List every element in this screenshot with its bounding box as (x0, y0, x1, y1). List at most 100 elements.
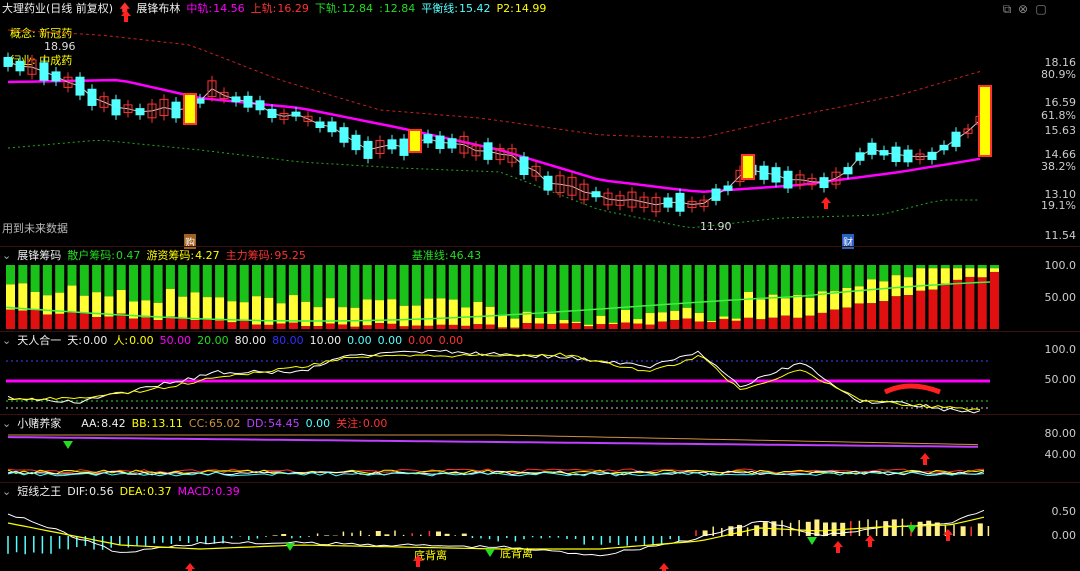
xiaodu-panel[interactable]: ⌄ 小赌养家 AA: 8.42 BB: 13.11 CC: 65.02 DD: … (0, 415, 1080, 482)
macd-bar (384, 534, 390, 536)
chip-bar-mainforce (940, 283, 950, 329)
chip-bar-retail (817, 265, 827, 292)
chip-bar-mainforce (756, 319, 766, 329)
candle-body (291, 111, 301, 117)
signal-candle (408, 129, 422, 153)
sell-arrow-icon (485, 549, 495, 557)
candlestick-chart[interactable] (0, 0, 1000, 246)
candle-body (51, 71, 61, 82)
candle-body (267, 108, 277, 119)
chip-bar-retail (805, 265, 815, 298)
chip-bar-mainforce (854, 303, 864, 329)
macd-bar (281, 534, 287, 536)
chip-bar-retail (879, 265, 889, 282)
candle-body (231, 96, 241, 103)
chip-bar-hotmoney (965, 268, 975, 277)
chip-bar-mainforce (891, 296, 901, 329)
chip-bar-retail (436, 265, 446, 299)
chip-bar-mainforce (805, 315, 815, 329)
chip-bar-retail (977, 265, 987, 269)
chip-bar-mainforce (879, 301, 889, 329)
tianren-panel[interactable]: ⌄ 天人合一 天: 0.00 人: 0.00 50.00 20.00 80.00… (0, 332, 1080, 414)
macd-bar (754, 525, 760, 536)
axis-tick: 16.59 (1044, 96, 1077, 109)
chip-bar-hotmoney (362, 299, 372, 326)
chip-bar-hotmoney (854, 286, 864, 304)
candle-body (363, 140, 373, 159)
chip-bar-mainforce (6, 309, 15, 329)
chip-bar-hotmoney (116, 289, 126, 314)
chip-bar-mainforce (842, 307, 852, 329)
chip-bars-chart[interactable] (0, 247, 1000, 331)
main-price-panel[interactable]: 大理药业(日线 前复权) 🡅 展锋布林 中轨: 14.56 上轨: 16.29 … (0, 0, 1080, 249)
candle-body (843, 167, 853, 175)
chip-bar-mainforce (473, 324, 483, 329)
chip-bar-mainforce (719, 318, 729, 329)
chip-bar-retail (301, 265, 311, 302)
chip-bar-mainforce (534, 323, 544, 329)
macd-bar (883, 521, 889, 536)
macd-panel[interactable]: ⌄ 短线之王 DIF: 0.56 DEA: 0.37 MACD: 0.39 0.… (0, 483, 1080, 571)
chip-bar-retail (461, 265, 471, 308)
chip-bar-hotmoney (436, 298, 446, 325)
macd-chart[interactable] (0, 483, 1000, 571)
chip-bar-hotmoney (805, 297, 815, 316)
mid-band-line (7, 78, 981, 193)
chip-bar-hotmoney (534, 317, 544, 324)
candle-body (339, 127, 349, 143)
chip-bar-mainforce (239, 320, 249, 329)
chip-bar-mainforce (965, 276, 975, 329)
candle-body (255, 100, 265, 111)
chip-bar-mainforce (461, 325, 471, 329)
chip-bar-retail (30, 265, 40, 292)
chip-bar-hotmoney (670, 310, 680, 321)
chip-bar-retail (571, 265, 581, 322)
chip-bar-mainforce (559, 323, 569, 329)
chip-bar-hotmoney (190, 292, 200, 321)
xiaodu-chart[interactable] (0, 415, 1000, 482)
candle-body (951, 131, 961, 147)
sell-arrow-icon (63, 441, 73, 449)
chip-bar-hotmoney (608, 322, 618, 324)
signal-candle (183, 93, 197, 125)
chip-bar-retail (239, 265, 249, 303)
chip-bar-mainforce (928, 289, 938, 329)
tianren-axis-50: 50.00 (1044, 373, 1077, 386)
macd-bar (831, 522, 837, 536)
buy-arrow-icon (943, 529, 953, 541)
chip-bar-hotmoney (621, 309, 630, 323)
restore-icon[interactable]: ⧉ (1000, 2, 1014, 16)
chip-bar-retail (313, 265, 323, 308)
chip-panel[interactable]: ⌄ 展锋筹码 散户筹码: 0.47 游资筹码: 4.27 主力筹码: 95.25… (0, 247, 1080, 331)
chip-bar-retail (830, 265, 840, 292)
chip-bar-retail (756, 265, 766, 300)
chip-bar-mainforce (633, 323, 643, 329)
chip-bar-retail (953, 265, 963, 269)
chip-bar-mainforce (215, 320, 225, 329)
macd-bar (324, 535, 330, 536)
candle-body (543, 175, 553, 191)
chip-bar-retail (719, 265, 729, 317)
chip-bar-hotmoney (867, 279, 876, 304)
axis-tick: 38.2% (1041, 160, 1076, 173)
chip-bar-hotmoney (657, 312, 667, 322)
candle-body (891, 146, 901, 163)
chip-bar-retail (842, 265, 852, 288)
chip-bar-hotmoney (731, 318, 741, 321)
sell-arrow-icon (907, 525, 917, 533)
chip-bar-mainforce (399, 326, 409, 329)
price-axis: 18.16 80.9% 16.59 61.8% 15.63 14.66 38.2… (1016, 0, 1076, 246)
chip-bar-mainforce (731, 320, 741, 329)
chip-bar-hotmoney (633, 319, 643, 324)
chip-bar-hotmoney (547, 313, 557, 325)
macd-bar (805, 521, 811, 536)
chip-bar-hotmoney (879, 281, 889, 302)
chip-bar-mainforce (362, 325, 372, 329)
chip-bar-hotmoney (165, 288, 175, 317)
chip-bar-mainforce (104, 316, 114, 329)
chip-bar-hotmoney (694, 312, 704, 322)
tianren-chart[interactable] (0, 332, 1000, 414)
candle-body (675, 192, 685, 212)
axis-tick: 11.54 (1044, 229, 1077, 242)
chip-bar-mainforce (485, 324, 495, 329)
